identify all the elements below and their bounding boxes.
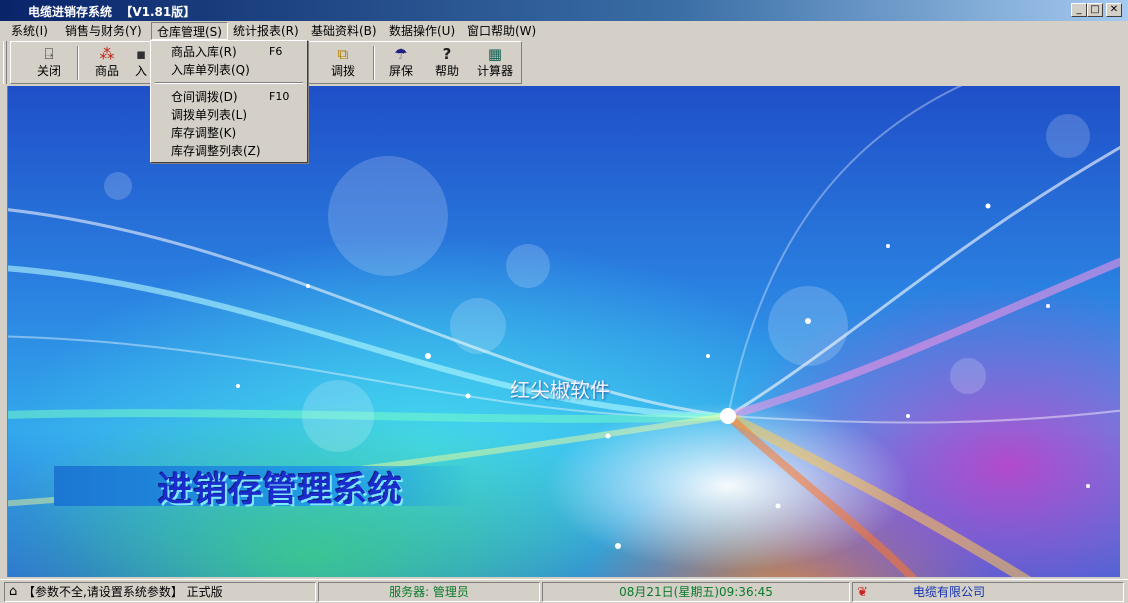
menu-bar: 系统(I) 销售与财务(Y) 仓库管理(S) 统计报表(R) 基础资料(B) 数… (0, 21, 1128, 41)
help-button-label: 帮助 (434, 64, 459, 78)
goods-button-label: 商品 (94, 64, 119, 78)
param-notice-text: 【参数不全,请设置系统参数】 正式版 (23, 585, 223, 599)
warehouse-dropdown-menu: 商品入库(R) F6 入库单列表(Q) 仓间调拨(D) F10 调拨单列表(L)… (150, 40, 308, 163)
menu-item-stock-in-list[interactable]: 入库单列表(Q) (153, 61, 305, 79)
menu-system[interactable]: 系统(I) (6, 22, 53, 40)
server-text: 服务器: 管理员 (389, 585, 469, 599)
menu-item-warehouse-transfer-label: 仓间调拨(D) (171, 90, 238, 104)
menu-item-stock-adjust-list-label: 库存调整列表(Z) (171, 144, 261, 158)
status-panel-datetime: 08月21日(星期五)09:36:45 (542, 582, 850, 602)
menu-item-stock-adjust-list[interactable]: 库存调整列表(Z) (153, 142, 305, 160)
left-frame-edge (0, 86, 8, 577)
maximize-button[interactable]: □ (1087, 3, 1103, 17)
toolbar-grip[interactable] (3, 41, 7, 84)
company-watermark-text: 红尖椒软件 (510, 378, 610, 402)
menu-item-stock-adjust-label: 库存调整(K) (171, 126, 237, 140)
calculator-icon: ▦ (487, 45, 503, 63)
minimize-button[interactable]: _ (1071, 3, 1087, 17)
status-panel-company: ❦ 电缆有限公司 (852, 582, 1124, 602)
menu-item-transfer-list[interactable]: 调拨单列表(L) (153, 106, 305, 124)
menu-reports[interactable]: 统计报表(R) (228, 22, 304, 40)
menu-item-stock-in-label: 商品入库(R) (171, 45, 237, 59)
transfer-icon: ⧉ (337, 45, 349, 63)
menu-item-stock-in-list-label: 入库单列表(Q) (171, 63, 250, 77)
datetime-text: 08月21日(星期五)09:36:45 (619, 585, 773, 599)
umbrella-icon: ☂ (394, 45, 408, 63)
window-title: 电缆进销存系统 【V1.81版】 (28, 5, 196, 19)
system-title-text: 进销存管理系统 (158, 470, 403, 510)
calculator-button[interactable]: ▦ 计算器 (471, 44, 519, 82)
help-icon: ? (442, 45, 452, 63)
menu-data-ops[interactable]: 数据操作(U) (384, 22, 460, 40)
close-window-button[interactable]: ✕ (1106, 3, 1122, 17)
menu-window-help[interactable]: 窗口帮助(W) (462, 22, 541, 40)
goods-icon: ⁂ (99, 45, 115, 63)
goods-button[interactable]: ⁂ 商品 (83, 44, 131, 82)
screensaver-button-label: 屏保 (388, 64, 413, 78)
menu-item-stock-adjust[interactable]: 库存调整(K) (153, 124, 305, 142)
title-bar: 电缆进销存系统 【V1.81版】 _ □ ✕ (0, 0, 1128, 21)
menu-basic-data[interactable]: 基础资料(B) (306, 22, 382, 40)
menu-warehouse[interactable]: 仓库管理(S) (151, 22, 228, 40)
transfer-button[interactable]: ⧉ 调拨 (319, 44, 367, 82)
calculator-button-label: 计算器 (476, 64, 513, 78)
menu-item-stock-in[interactable]: 商品入库(R) F6 (153, 43, 305, 61)
chili-logo-icon: ❦ (857, 585, 868, 600)
close-button[interactable]: ⍈ 关闭 (25, 44, 73, 82)
status-panel-params[interactable]: ⌂ 【参数不全,请设置系统参数】 正式版 (4, 582, 316, 602)
menu-item-warehouse-transfer-shortcut: F10 (269, 90, 290, 103)
exit-door-icon: ⍈ (44, 45, 54, 63)
screensaver-button[interactable]: ☂ 屏保 (377, 44, 425, 82)
menu-item-stock-in-shortcut: F6 (269, 45, 283, 58)
home-icon: ⌂ (9, 584, 18, 599)
menu-separator (155, 82, 303, 84)
menu-sales-finance[interactable]: 销售与财务(Y) (60, 22, 147, 40)
status-panel-server: 服务器: 管理员 (318, 582, 540, 602)
toolbar-separator (77, 46, 79, 80)
menu-item-transfer-list-label: 调拨单列表(L) (171, 108, 248, 122)
transfer-button-label: 调拨 (330, 64, 355, 78)
help-button[interactable]: ? 帮助 (423, 44, 471, 82)
menu-item-warehouse-transfer[interactable]: 仓间调拨(D) F10 (153, 88, 305, 106)
status-bar: ⌂ 【参数不全,请设置系统参数】 正式版 服务器: 管理员 08月21日(星期五)… (0, 579, 1128, 603)
close-button-label: 关闭 (36, 64, 61, 78)
company-name-text: 电缆有限公司 (913, 585, 986, 599)
toolbar-separator (373, 46, 375, 80)
